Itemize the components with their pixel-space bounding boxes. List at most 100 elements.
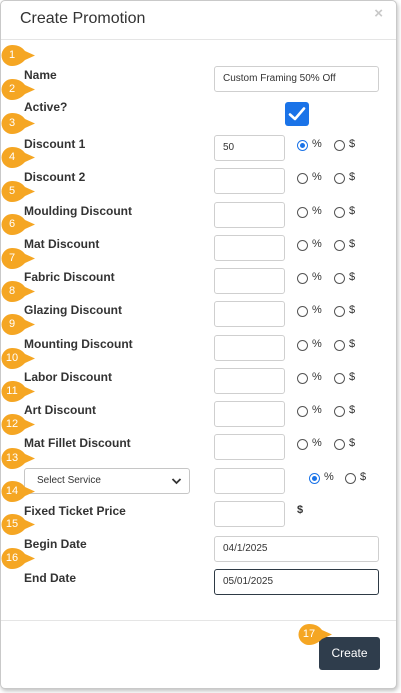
step-marker-14: 14 — [1, 480, 36, 506]
step-marker-number: 15 — [5, 518, 19, 530]
dialog-header: Create Promotion × — [1, 1, 396, 40]
discount-2-dollar-radio[interactable] — [334, 173, 345, 184]
step-marker-10: 10 — [1, 347, 36, 373]
step-marker-12: 12 — [1, 413, 36, 439]
step-marker-7: 7 — [1, 247, 36, 273]
glazing-discount-percent-radio[interactable] — [297, 306, 308, 317]
moulding-discount-dollar-radio[interactable] — [334, 207, 345, 218]
glazing-discount-percent-label: % — [312, 304, 322, 316]
discount-1-dollar-radio[interactable] — [334, 140, 345, 151]
step-marker-number: 9 — [8, 318, 16, 330]
end-date-input[interactable]: 05/01/2025 — [214, 569, 379, 595]
art-discount-dollar-radio[interactable] — [334, 406, 345, 417]
labor-discount-dollar-radio[interactable] — [334, 373, 345, 384]
mounting-discount-dollar-radio[interactable] — [334, 340, 345, 351]
step-marker-5: 5 — [1, 180, 36, 206]
mat-fillet-discount-label: Mat Fillet Discount — [24, 436, 131, 450]
begin-date-input[interactable]: 04/1/2025 — [214, 536, 379, 562]
step-marker-number: 4 — [8, 151, 16, 163]
glazing-discount-label: Glazing Discount — [24, 303, 123, 317]
select-service-value: Select Service — [37, 475, 101, 486]
step-marker-1: 1 — [1, 44, 36, 70]
art-discount-percent-label: % — [312, 404, 322, 416]
step-marker-8: 8 — [1, 280, 36, 306]
step-marker-number: 7 — [8, 252, 16, 264]
fixed-ticket-label: Fixed Ticket Price — [24, 504, 126, 518]
mat-fillet-discount-percent-radio[interactable] — [297, 439, 308, 450]
mat-discount-dollar-radio[interactable] — [334, 240, 345, 251]
service-percent-label: % — [324, 471, 334, 483]
step-marker-number: 17 — [302, 628, 316, 640]
fabric-discount-percent-radio[interactable] — [297, 273, 308, 284]
discount-2-percent-label: % — [312, 171, 322, 183]
fabric-discount-dollar-radio[interactable] — [334, 273, 345, 284]
fabric-discount-percent-label: % — [312, 271, 322, 283]
close-icon[interactable]: × — [374, 5, 383, 22]
step-marker-3: 3 — [1, 112, 36, 138]
labor-discount-percent-label: % — [312, 371, 322, 383]
mounting-discount-percent-radio[interactable] — [297, 340, 308, 351]
mat-fillet-discount-percent-label: % — [312, 437, 322, 449]
discount-1-input[interactable]: 50 — [214, 135, 285, 161]
moulding-discount-percent-radio[interactable] — [297, 207, 308, 218]
art-discount-percent-radio[interactable] — [297, 406, 308, 417]
end-date-label: End Date — [24, 571, 77, 585]
mat-discount-input[interactable] — [214, 235, 285, 261]
mat-discount-dollar-label: $ — [349, 238, 356, 250]
mat-fillet-discount-input[interactable] — [214, 434, 285, 460]
step-marker-number: 8 — [8, 285, 16, 297]
discount-1-percent-radio[interactable] — [297, 140, 308, 151]
discount-1-percent-label: % — [312, 138, 322, 150]
service-dollar-radio[interactable] — [345, 473, 356, 484]
step-marker-16: 16 — [1, 547, 36, 573]
mounting-discount-percent-label: % — [312, 338, 322, 350]
fabric-discount-input[interactable] — [214, 268, 285, 294]
mat-fillet-discount-dollar-radio[interactable] — [334, 439, 345, 450]
step-marker-number: 5 — [8, 185, 16, 197]
service-percent-radio[interactable] — [309, 473, 320, 484]
step-marker-number: 3 — [8, 117, 16, 129]
step-marker-2: 2 — [1, 78, 36, 104]
service-dollar-label: $ — [360, 471, 367, 483]
step-marker-number: 1 — [8, 49, 16, 61]
mat-discount-percent-label: % — [312, 238, 322, 250]
mounting-discount-input[interactable] — [214, 335, 285, 361]
glazing-discount-dollar-radio[interactable] — [334, 306, 345, 317]
dialog-title: Create Promotion — [20, 10, 146, 27]
step-marker-number: 11 — [6, 385, 18, 397]
step-marker-number: 16 — [5, 552, 19, 564]
step-marker-number: 10 — [5, 352, 19, 364]
service-amount-input[interactable] — [214, 468, 285, 494]
step-marker-number: 13 — [5, 452, 19, 464]
fabric-discount-dollar-label: $ — [349, 271, 356, 283]
fabric-discount-label: Fabric Discount — [24, 270, 115, 284]
step-marker-11: 11 — [1, 380, 36, 406]
step-marker-6: 6 — [1, 213, 36, 239]
art-discount-input[interactable] — [214, 401, 285, 427]
active-checkbox[interactable] — [285, 102, 309, 126]
discount-1-dollar-label: $ — [349, 138, 356, 150]
discount-2-input[interactable] — [214, 168, 285, 194]
moulding-discount-label: Moulding Discount — [24, 204, 132, 218]
labor-discount-input[interactable] — [214, 368, 285, 394]
footer-divider — [1, 620, 396, 621]
step-marker-number: 14 — [5, 485, 19, 497]
step-marker-13: 13 — [1, 447, 36, 473]
glazing-discount-input[interactable] — [214, 301, 285, 327]
select-service-dropdown[interactable]: Select Service — [24, 468, 190, 494]
labor-discount-dollar-label: $ — [349, 371, 356, 383]
step-marker-4: 4 — [1, 146, 36, 172]
discount-2-dollar-label: $ — [349, 171, 356, 183]
labor-discount-percent-radio[interactable] — [297, 373, 308, 384]
step-marker-number: 2 — [8, 83, 16, 95]
moulding-discount-input[interactable] — [214, 202, 285, 228]
create-promotion-dialog: Create Promotion × Name Custom Framing 5… — [0, 0, 397, 689]
step-marker-17: 17 — [298, 623, 332, 649]
chevron-down-icon — [171, 478, 182, 485]
discount-2-percent-radio[interactable] — [297, 173, 308, 184]
moulding-discount-dollar-label: $ — [349, 205, 356, 217]
name-input[interactable]: Custom Framing 50% Off — [214, 66, 379, 92]
moulding-discount-percent-label: % — [312, 205, 322, 217]
mat-discount-percent-radio[interactable] — [297, 240, 308, 251]
fixed-ticket-input[interactable] — [214, 501, 285, 527]
